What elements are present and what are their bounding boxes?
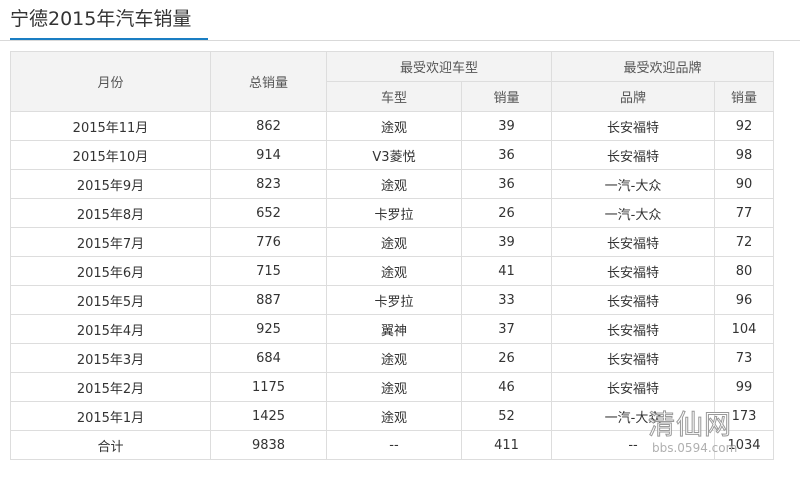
cell-brand: 一汽-大众 — [551, 198, 716, 228]
page-title: 宁德2015年汽车销量 — [10, 8, 192, 30]
table-row: 2015年11月 862 途观 39 长安福特 92 — [10, 111, 775, 141]
cell-month: 2015年8月 — [10, 198, 211, 228]
header-model-sales: 销量 — [460, 81, 553, 112]
table-row: 2015年5月 887 卡罗拉 33 长安福特 96 — [10, 285, 775, 315]
table-row: 2015年7月 776 途观 39 长安福特 72 — [10, 227, 775, 257]
cell-brand-sales: 98 — [714, 140, 775, 170]
title-bar: 宁德2015年汽车销量 — [0, 0, 800, 41]
cell-total: 715 — [210, 256, 327, 286]
cell-month: 2015年7月 — [10, 227, 211, 257]
cell-model-sales: 46 — [460, 372, 553, 402]
cell-brand-sales: 173 — [714, 401, 775, 431]
table-row: 2015年9月 823 途观 36 一汽-大众 90 — [10, 169, 775, 199]
cell-brand-sales: 77 — [714, 198, 775, 228]
header-total: 总销量 — [210, 51, 327, 112]
cell-model-sales: 33 — [460, 285, 553, 315]
cell-month: 2015年9月 — [10, 169, 211, 199]
cell-brand: 长安福特 — [551, 314, 716, 344]
cell-brand-sales: 73 — [714, 343, 775, 373]
cell-model: 翼神 — [326, 314, 462, 344]
cell-total: 9838 — [210, 430, 327, 460]
cell-brand-sales: 104 — [714, 314, 775, 344]
cell-total: 776 — [210, 227, 327, 257]
cell-model-sales: 41 — [460, 256, 553, 286]
cell-model: 卡罗拉 — [326, 285, 462, 315]
cell-brand: 一汽-大众 — [551, 169, 716, 199]
cell-model-sales: 36 — [460, 140, 553, 170]
cell-model: 卡罗拉 — [326, 198, 462, 228]
cell-month: 2015年5月 — [10, 285, 211, 315]
table-row: 2015年1月 1425 途观 52 一汽-大众 173 — [10, 401, 775, 431]
cell-brand: 一汽-大众 — [551, 401, 716, 431]
table-body: 2015年11月 862 途观 39 长安福特 92 2015年10月 914 V3菱悦 36 长安… — [10, 111, 775, 460]
cell-total: 862 — [210, 111, 327, 141]
cell-brand-sales: 96 — [714, 285, 775, 315]
cell-model-sales: 37 — [460, 314, 553, 344]
title-underline — [10, 38, 208, 40]
cell-total: 652 — [210, 198, 327, 228]
cell-brand: 长安福特 — [551, 372, 716, 402]
cell-brand-sales: 72 — [714, 227, 775, 257]
cell-month: 2015年6月 — [10, 256, 211, 286]
cell-model: 途观 — [326, 343, 462, 373]
cell-model-sales: 36 — [460, 169, 553, 199]
cell-total: 914 — [210, 140, 327, 170]
cell-month: 2015年10月 — [10, 140, 211, 170]
cell-month: 2015年1月 — [10, 401, 211, 431]
cell-brand: 长安福特 — [551, 256, 716, 286]
header-popular-model: 最受欢迎车型 — [325, 51, 553, 82]
cell-brand-sales: 90 — [714, 169, 775, 199]
cell-month: 2015年4月 — [10, 314, 211, 344]
cell-brand: 长安福特 — [551, 111, 716, 141]
cell-model-sales: 52 — [460, 401, 553, 431]
cell-model-sales: 26 — [460, 343, 553, 373]
cell-total: 1425 — [210, 401, 327, 431]
cell-brand-sales: 1034 — [714, 430, 775, 460]
cell-model-sales: 26 — [460, 198, 553, 228]
table-row: 2015年10月 914 V3菱悦 36 长安福特 98 — [10, 140, 775, 170]
cell-month: 2015年11月 — [10, 111, 211, 141]
cell-model-sales: 39 — [460, 227, 553, 257]
header-brand-sales: 销量 — [714, 81, 775, 112]
cell-total: 1175 — [210, 372, 327, 402]
table-row-total: 合计 9838 -- 411 -- 1034 — [10, 430, 775, 460]
cell-model-sales: 39 — [460, 111, 553, 141]
cell-total: 823 — [210, 169, 327, 199]
cell-model: 途观 — [326, 256, 462, 286]
table-row: 2015年8月 652 卡罗拉 26 一汽-大众 77 — [10, 198, 775, 228]
header-brand: 品牌 — [551, 81, 716, 112]
table-row: 2015年3月 684 途观 26 长安福特 73 — [10, 343, 775, 373]
cell-brand: 长安福特 — [551, 140, 716, 170]
header-popular-brand: 最受欢迎品牌 — [551, 51, 775, 82]
cell-model: V3菱悦 — [326, 140, 462, 170]
cell-brand: 长安福特 — [551, 343, 716, 373]
header-model: 车型 — [326, 81, 462, 112]
cell-brand: 长安福特 — [551, 285, 716, 315]
table-row: 2015年4月 925 翼神 37 长安福特 104 — [10, 314, 775, 344]
header-month: 月份 — [10, 51, 211, 112]
cell-model: 途观 — [326, 227, 462, 257]
cell-total: 684 — [210, 343, 327, 373]
cell-month: 合计 — [10, 430, 211, 460]
cell-total: 925 — [210, 314, 327, 344]
cell-model: 途观 — [326, 372, 462, 402]
cell-brand: 长安福特 — [551, 227, 716, 257]
table-row: 2015年6月 715 途观 41 长安福特 80 — [10, 256, 775, 286]
table-header: 月份 总销量 最受欢迎车型 最受欢迎品牌 车型 销量 品牌 销量 — [10, 51, 775, 112]
cell-brand: -- — [551, 430, 716, 460]
cell-brand-sales: 99 — [714, 372, 775, 402]
cell-model: 途观 — [326, 401, 462, 431]
cell-brand-sales: 80 — [714, 256, 775, 286]
cell-month: 2015年3月 — [10, 343, 211, 373]
cell-model: 途观 — [326, 111, 462, 141]
cell-model-sales: 411 — [460, 430, 553, 460]
cell-month: 2015年2月 — [10, 372, 211, 402]
sales-table: 月份 总销量 最受欢迎车型 最受欢迎品牌 车型 销量 品牌 销量 2015年11… — [10, 51, 775, 460]
cell-model: -- — [326, 430, 462, 460]
cell-total: 887 — [210, 285, 327, 315]
cell-brand-sales: 92 — [714, 111, 775, 141]
cell-model: 途观 — [326, 169, 462, 199]
table-row: 2015年2月 1175 途观 46 长安福特 99 — [10, 372, 775, 402]
